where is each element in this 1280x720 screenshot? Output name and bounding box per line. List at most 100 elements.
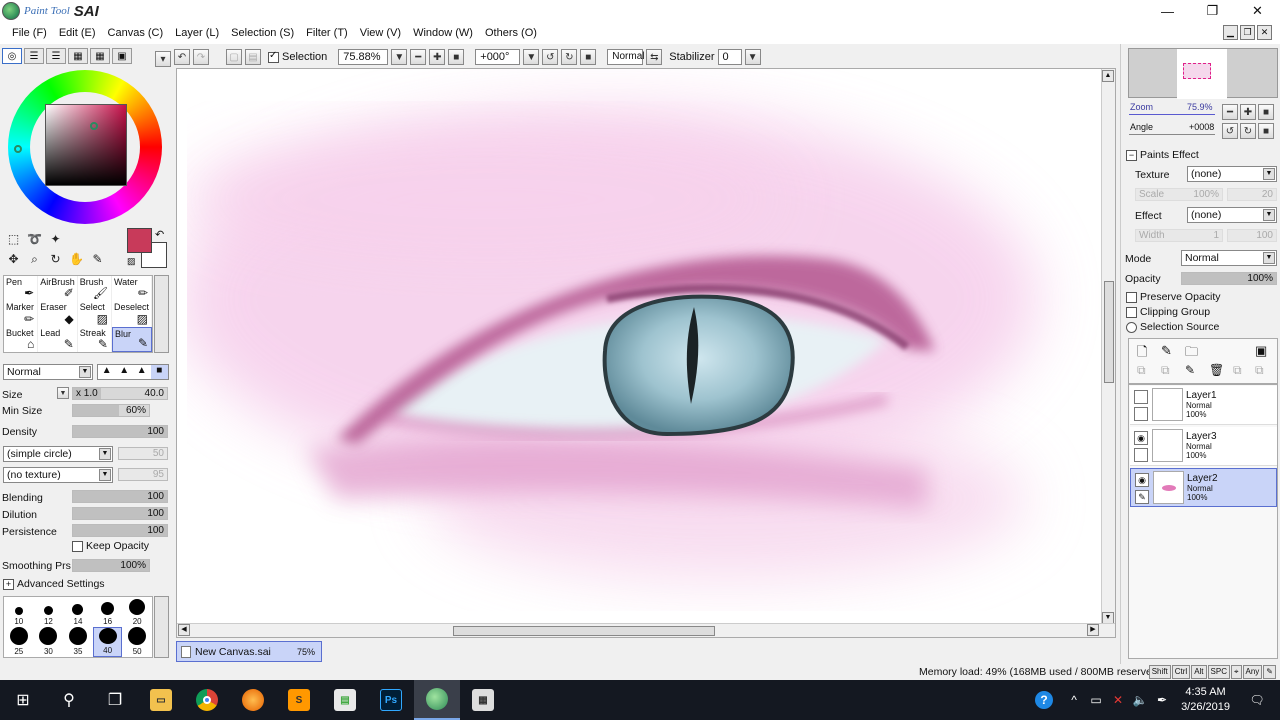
swap-colors-icon[interactable]: ↶ — [155, 228, 164, 241]
film-app-icon[interactable]: ▦ — [460, 680, 506, 720]
edge-soft-icon[interactable]: ▲ — [98, 365, 116, 379]
shape-strength-slider[interactable]: 50 — [118, 447, 168, 460]
brush-size-preset[interactable]: 10 — [4, 597, 34, 627]
minimize-button[interactable]: — — [1145, 0, 1190, 22]
preserve-opacity-row[interactable]: Preserve Opacity — [1126, 291, 1221, 303]
saturation-value-square[interactable] — [45, 104, 127, 186]
size-slider[interactable]: x 1.0 40.0 — [72, 387, 168, 400]
battery-icon[interactable]: ▭ — [1085, 693, 1107, 707]
tool-pen[interactable]: Pen ✒ — [4, 276, 39, 302]
brush-icon[interactable]: ✎ — [1135, 490, 1149, 504]
canvas-horizontal-scrollbar[interactable]: ◀ ▶ — [177, 623, 1115, 637]
nav-angle-slider[interactable] — [1129, 134, 1215, 135]
pen-icon[interactable]: ✒ — [1151, 693, 1173, 707]
delete-layer-icon[interactable]: 🗑 — [1209, 363, 1224, 377]
tool-blur[interactable]: Blur ✎ — [111, 326, 152, 352]
zoom-in-icon[interactable]: ✚ — [429, 49, 446, 65]
copy-layer-icon[interactable]: ⧉ — [1137, 363, 1146, 378]
vertical-scroll-thumb[interactable] — [1104, 281, 1114, 383]
app-window-icon[interactable]: ▤ — [322, 680, 368, 720]
navigator-viewport[interactable] — [1183, 63, 1211, 79]
rgb-sliders-tab[interactable]: ☰ — [24, 48, 44, 64]
nav-rotate-right-icon[interactable]: ↻ — [1240, 123, 1256, 139]
maximize-button[interactable]: ❐ — [1190, 0, 1235, 22]
paints-effect-header[interactable]: − Paints Effect — [1126, 149, 1199, 161]
apply-mask-icon[interactable]: ⧉ — [1255, 363, 1264, 378]
flip-horizontal-icon[interactable]: ⇆ — [646, 49, 663, 65]
brush-size-preset[interactable]: 12 — [34, 597, 64, 627]
keep-opacity-row[interactable]: Keep Opacity — [72, 540, 149, 552]
angle-dropdown-icon[interactable]: ▼ — [523, 49, 540, 65]
tool-eraser[interactable]: Eraser ◆ — [38, 301, 78, 327]
effect-strength-slider[interactable]: 100 — [1227, 229, 1277, 242]
keep-opacity-checkbox[interactable] — [72, 540, 83, 552]
scroll-up-icon[interactable]: ▲ — [1102, 70, 1114, 82]
preserve-opacity-checkbox[interactable] — [1126, 291, 1137, 303]
layer-visibility-toggle[interactable] — [1134, 390, 1148, 404]
edge-medium-icon[interactable]: ▲ — [116, 365, 134, 379]
edge-hard-icon[interactable]: ▲ — [133, 365, 151, 379]
windows-start-icon[interactable]: ⊞ — [0, 680, 46, 720]
brush-size-preset[interactable]: 20 — [122, 597, 152, 627]
network-error-icon[interactable]: ✕ — [1107, 693, 1129, 707]
color-wheel-tab[interactable]: ◎ — [2, 48, 22, 64]
layer-item-layer2[interactable]: ◉ ✎ Layer2 Normal 100% — [1130, 468, 1277, 507]
tray-expand-icon[interactable]: ^ — [1063, 693, 1085, 707]
close-button[interactable]: ✕ — [1235, 0, 1280, 22]
blend-mode-field[interactable]: Normal — [607, 49, 645, 65]
drawing-canvas[interactable] — [187, 69, 1103, 625]
scroll-left-icon[interactable]: ◀ — [178, 624, 190, 636]
rotate-left-icon[interactable]: ↺ — [542, 49, 559, 65]
eyedropper-icon[interactable]: ✎ — [88, 250, 107, 268]
help-icon[interactable]: ? — [1033, 691, 1055, 709]
tool-water[interactable]: Water ✏ — [112, 276, 152, 302]
task-view-icon[interactable]: ❐ — [92, 680, 138, 720]
blending-slider[interactable]: 100 — [72, 490, 168, 503]
nav-zoom-out-icon[interactable]: ━ — [1222, 104, 1238, 120]
effect-width-slider[interactable]: Width 1 — [1135, 229, 1223, 242]
layer-item-layer1[interactable]: Layer1 Normal 100% — [1130, 386, 1277, 425]
brush-size-scrollbar[interactable] — [154, 596, 169, 658]
navigator-preview[interactable] — [1128, 48, 1278, 99]
chrome-icon[interactable] — [184, 680, 230, 720]
effect-dropdown[interactable]: (none) ▼ — [1187, 207, 1277, 223]
menu-layer[interactable]: Layer (L) — [169, 22, 225, 44]
zoom-dropdown-icon[interactable]: ▼ — [391, 49, 408, 65]
hsv-sliders-tab[interactable]: ☰ — [46, 48, 66, 64]
tool-lead[interactable]: Lead ✎ — [38, 326, 78, 352]
scroll-right-icon[interactable]: ▶ — [1087, 624, 1099, 636]
advanced-settings-toggle[interactable]: + Advanced Settings — [3, 578, 105, 590]
merge-down-icon[interactable]: ⧉ — [1161, 363, 1170, 378]
volume-icon[interactable]: 🔈 — [1129, 693, 1151, 707]
layer-lock-toggle[interactable] — [1134, 448, 1148, 462]
brush-size-preset[interactable]: 30 — [34, 627, 64, 657]
layer-mask-icon[interactable]: ▣ — [1255, 343, 1267, 359]
menu-file[interactable]: File (F) — [6, 22, 53, 44]
menu-canvas[interactable]: Canvas (C) — [102, 22, 170, 44]
mdi-close-button[interactable]: ✕ — [1257, 25, 1272, 40]
eye-icon[interactable]: ◉ — [1135, 473, 1149, 487]
persistence-slider[interactable]: 100 — [72, 524, 168, 537]
layer-lock-toggle[interactable] — [1134, 407, 1148, 421]
mdi-restore-button[interactable]: ❐ — [1240, 25, 1255, 40]
primary-color-swatch[interactable] — [127, 228, 152, 253]
menu-view[interactable]: View (V) — [354, 22, 407, 44]
rotate-reset-icon[interactable]: ■ — [580, 49, 597, 65]
nav-rotate-reset-icon[interactable]: ■ — [1258, 123, 1274, 139]
rotate-icon[interactable]: ↻ — [46, 250, 65, 268]
tool-brush[interactable]: Brush 🖌 — [78, 276, 112, 302]
rotate-right-icon[interactable]: ↻ — [561, 49, 578, 65]
magic-wand-icon[interactable]: ✦ — [46, 230, 65, 248]
stabilizer-field[interactable]: 0 — [717, 49, 742, 65]
brush-size-preset[interactable]: 50 — [122, 627, 152, 657]
edge-square-icon[interactable]: ■ — [150, 365, 168, 379]
hue-marker[interactable] — [14, 145, 22, 153]
density-slider[interactable]: 100 — [72, 425, 168, 438]
texture-strength-slider[interactable]: 95 — [118, 468, 168, 481]
nav-zoom-slider[interactable] — [1129, 114, 1215, 115]
rectangle-select-icon[interactable]: ⬚ — [4, 230, 23, 248]
brush-mode-dropdown[interactable]: Normal ▼ — [3, 364, 93, 380]
lasso-icon[interactable]: ➰ — [25, 230, 44, 248]
new-folder-icon[interactable]: 🗀 — [1185, 343, 1198, 365]
zoom-out-icon[interactable]: ━ — [410, 49, 427, 65]
